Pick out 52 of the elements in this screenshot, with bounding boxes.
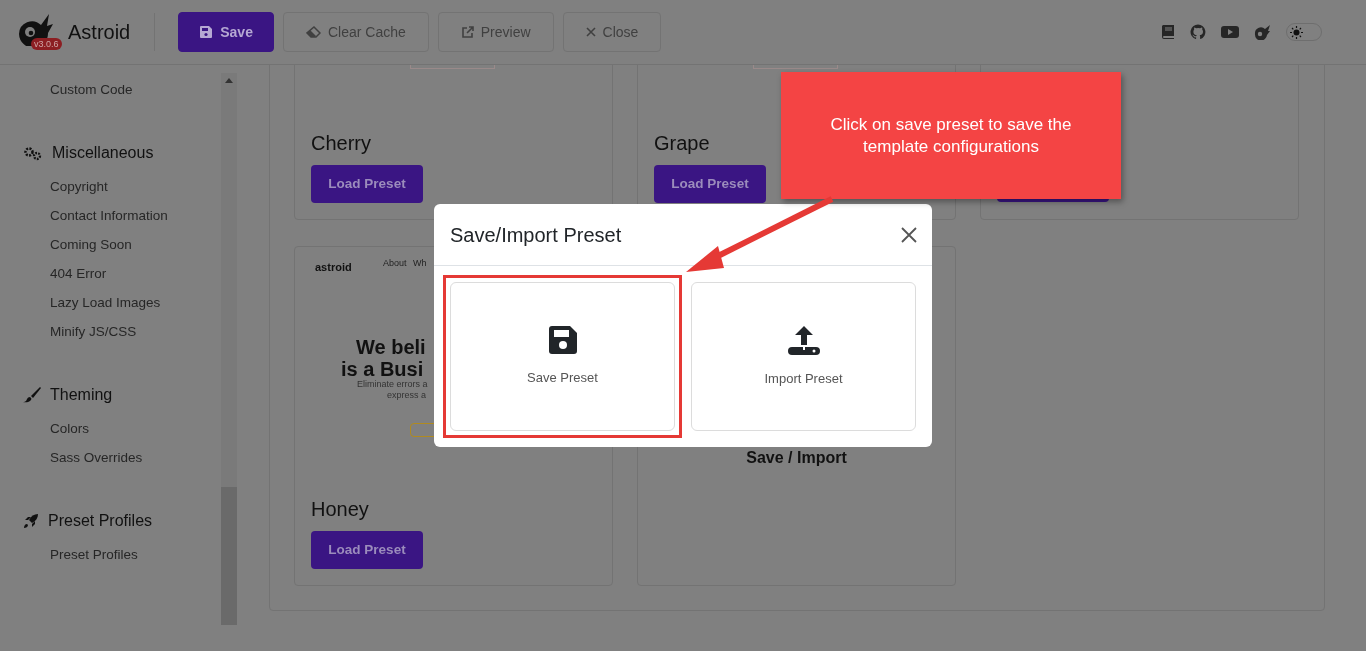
thumbnail-tagline: Eliminate errors a	[357, 379, 428, 389]
thumbnail-tagline: express a	[387, 390, 427, 400]
close-icon	[585, 27, 596, 37]
callout-text: Click on save preset to save the template configurations	[829, 113, 1073, 158]
thumbnail-caption: Save / Import	[745, 448, 848, 468]
save-preset-option[interactable]: Save Preset	[450, 282, 675, 431]
sidebar-item[interactable]: Contact Information	[23, 201, 221, 230]
close-icon[interactable]	[901, 226, 917, 243]
load-preset-button[interactable]: Load Preset	[311, 165, 423, 203]
sidebar-item[interactable]: Coming Soon	[23, 230, 221, 259]
sidebar-item[interactable]: Minify JS/CSS	[23, 317, 221, 346]
app-name: Astroid	[68, 20, 131, 45]
load-preset-button[interactable]: Load Preset	[654, 165, 766, 203]
sidebar-section-title: Preset Profiles	[48, 511, 153, 531]
logo-icon[interactable]	[1254, 24, 1271, 40]
sidebar-item[interactable]: Preset Profiles	[23, 540, 221, 569]
gears-icon	[23, 145, 43, 161]
sun-icon	[1290, 25, 1303, 39]
close-button[interactable]: Close	[562, 12, 662, 52]
video-play-icon[interactable]	[1221, 25, 1239, 39]
sidebar-section-title: Theming	[50, 385, 113, 405]
load-preset-button[interactable]: Load Preset	[311, 531, 423, 569]
sidebar-item[interactable]: Custom Code	[23, 75, 221, 104]
modal-title: Save/Import Preset	[450, 222, 622, 248]
sidebar-item[interactable]: Copyright	[23, 172, 221, 201]
sidebar-item[interactable]: 404 Error	[23, 259, 221, 288]
paintbrush-icon	[23, 387, 41, 403]
sidebar-item[interactable]: Sass Overrides	[23, 443, 221, 472]
upload-icon	[786, 324, 821, 357]
thumbnail-headline: is a Busi	[341, 358, 424, 380]
sidebar-item[interactable]: Lazy Load Images	[23, 288, 221, 317]
save-button[interactable]: Save	[178, 12, 274, 52]
scroll-up-icon[interactable]	[225, 78, 233, 83]
external-button[interactable]: Preview	[437, 12, 554, 52]
save-icon	[199, 25, 214, 39]
eraser-button[interactable]: Clear Cache	[282, 12, 429, 52]
external-link-icon	[460, 25, 474, 39]
eraser-icon	[305, 26, 321, 38]
thumbnail-headline: We beli	[356, 336, 426, 358]
preset-title: Grape	[654, 131, 710, 156]
preset-title: Honey	[311, 497, 369, 522]
thumbnail-logo: astroid	[315, 260, 352, 275]
save-icon	[547, 325, 578, 356]
scrollbar[interactable]	[221, 73, 237, 625]
github-icon[interactable]	[1190, 24, 1206, 40]
preset-title: Cherry	[311, 131, 371, 156]
book-icon[interactable]	[1161, 24, 1175, 40]
version-badge: v3.0.6	[31, 38, 62, 50]
upload-preset-option[interactable]: Import Preset	[691, 282, 916, 431]
sidebar-item[interactable]: Colors	[23, 414, 221, 443]
sidebar-section-title: Miscellaneous	[52, 143, 154, 163]
rocket-icon	[23, 513, 39, 529]
